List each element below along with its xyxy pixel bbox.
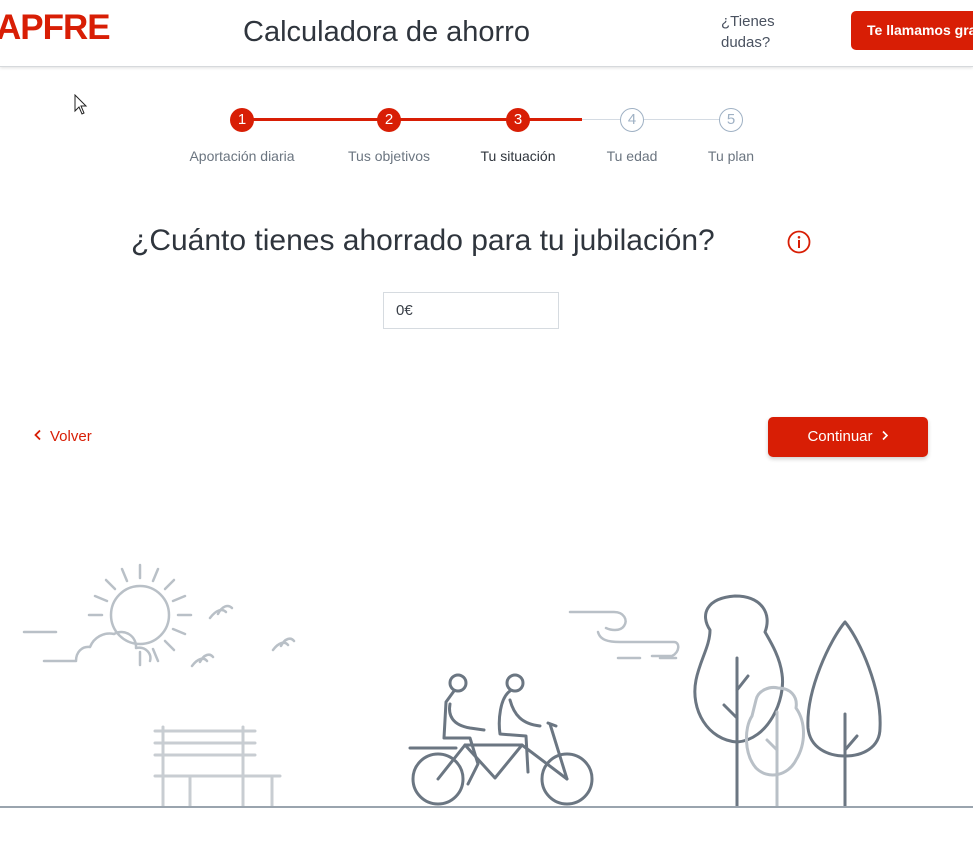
continue-button[interactable]: Continuar bbox=[768, 417, 928, 457]
cloud-icon bbox=[22, 630, 152, 663]
chevron-left-icon bbox=[30, 426, 44, 448]
page-title: Calculadora de ahorro bbox=[243, 16, 530, 48]
step-4-label: Tu edad bbox=[606, 148, 658, 164]
bench-icon bbox=[153, 725, 282, 808]
stepper-remaining-line bbox=[582, 119, 731, 120]
wind-icon bbox=[568, 610, 680, 660]
step-3-label: Tu situación bbox=[480, 148, 556, 164]
step-2-label: Tus objetivos bbox=[348, 148, 430, 164]
header: APFRE Calculadora de ahorro ¿Tienes duda… bbox=[0, 0, 973, 67]
progress-stepper: 1 2 3 4 5 Aportación diaria Tus objetivo… bbox=[0, 100, 973, 170]
continue-button-label: Continuar bbox=[807, 428, 873, 445]
mapfre-logo[interactable]: APFRE bbox=[0, 8, 111, 48]
info-icon[interactable] bbox=[787, 230, 811, 254]
stepper-progress-line bbox=[242, 118, 582, 121]
step-5-circle: 5 bbox=[719, 108, 743, 132]
small-tree-icon bbox=[745, 686, 805, 808]
call-me-button[interactable]: Te llamamos gra bbox=[851, 11, 973, 50]
sun-icon bbox=[87, 563, 193, 667]
step-1-label: Aportación diaria bbox=[189, 148, 295, 164]
back-button[interactable]: Volver bbox=[30, 426, 92, 448]
tandem-bicycle-icon bbox=[408, 673, 594, 806]
step-5-label: Tu plan bbox=[707, 148, 755, 164]
step-4-circle: 4 bbox=[620, 108, 644, 132]
step-3-circle[interactable]: 3 bbox=[506, 108, 530, 132]
step-2-circle[interactable]: 2 bbox=[377, 108, 401, 132]
back-button-label: Volver bbox=[50, 428, 92, 445]
savings-amount-input[interactable] bbox=[383, 292, 559, 329]
step-1-circle[interactable]: 1 bbox=[230, 108, 254, 132]
park-illustration bbox=[0, 563, 973, 808]
savings-question: ¿Cuánto tienes ahorrado para tu jubilaci… bbox=[131, 224, 715, 257]
mouse-cursor-icon bbox=[74, 94, 88, 115]
cone-tree-icon bbox=[806, 620, 882, 808]
birds-icon bbox=[190, 604, 296, 668]
chevron-right-icon bbox=[881, 428, 889, 445]
help-link[interactable]: ¿Tienes dudas? bbox=[721, 11, 791, 53]
